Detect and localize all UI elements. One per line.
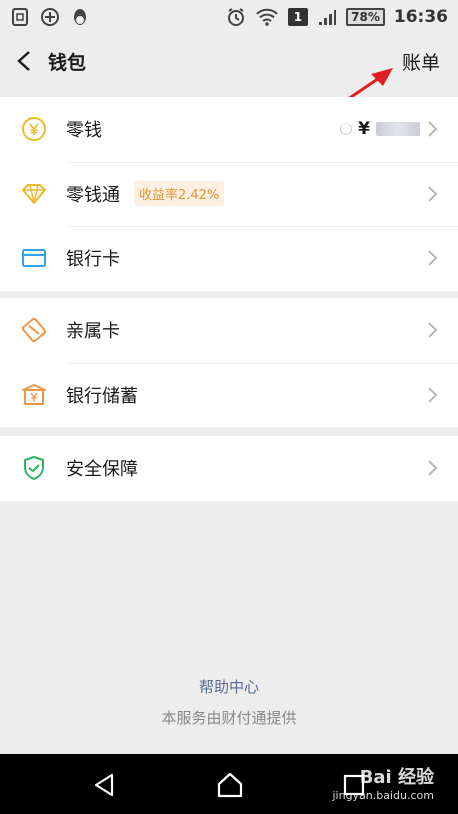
watermark-main: Bai 经验 bbox=[359, 767, 434, 788]
wallet-section-security: 安全保障 bbox=[0, 436, 458, 501]
wifi-icon bbox=[256, 8, 278, 26]
masked-balance bbox=[376, 122, 420, 137]
watermark: Bai 经验 jingyan.baidu.com bbox=[332, 763, 434, 802]
list-item-lingqiantong[interactable]: 零钱通 收益率2.42% bbox=[0, 161, 458, 227]
bank-savings-icon bbox=[22, 383, 46, 405]
wallet-section-family: 亲属卡 银行储蓄 bbox=[0, 298, 458, 427]
list-item-family-card[interactable]: 亲属卡 bbox=[0, 298, 458, 363]
qq-penguin-icon bbox=[74, 9, 86, 25]
row-label: 零钱通 bbox=[66, 184, 120, 206]
bank-card-icon bbox=[22, 249, 46, 268]
row-label: 零钱 bbox=[66, 120, 102, 142]
list-item-change[interactable]: 零钱 ¥ bbox=[0, 97, 458, 162]
chevron-right-icon bbox=[428, 121, 438, 137]
nav-home-icon[interactable] bbox=[216, 771, 244, 799]
list-item-security[interactable]: 安全保障 bbox=[0, 436, 458, 501]
row-label: 银行卡 bbox=[66, 249, 120, 271]
wallet-section-primary: 零钱 ¥ 零钱通 收益率2.42% 银行卡 bbox=[0, 97, 458, 291]
yield-rate-badge: 收益率2.42% bbox=[134, 181, 225, 207]
yuan-coin-icon bbox=[22, 117, 46, 142]
chevron-right-icon bbox=[428, 322, 438, 338]
signal-icon bbox=[319, 10, 337, 25]
row-label: 亲属卡 bbox=[66, 321, 120, 343]
row-label: 银行储蓄 bbox=[66, 385, 138, 407]
chevron-right-icon bbox=[428, 186, 438, 202]
list-item-bank-card[interactable]: 银行卡 bbox=[0, 226, 458, 291]
chevron-right-icon bbox=[428, 387, 438, 403]
family-card-icon bbox=[21, 318, 47, 343]
bills-link[interactable]: 账单 bbox=[402, 48, 440, 75]
page-title: 钱包 bbox=[48, 52, 87, 74]
chevron-right-icon bbox=[428, 460, 438, 476]
shield-icon bbox=[24, 456, 44, 481]
alarm-icon bbox=[227, 8, 244, 26]
plus-circle-icon bbox=[41, 8, 59, 26]
battery-icon: 78% bbox=[346, 8, 385, 26]
loading-spinner-icon bbox=[340, 123, 353, 136]
status-bar: 1 78% 16:36 bbox=[0, 0, 458, 34]
row-label: 安全保障 bbox=[66, 459, 138, 481]
currency-symbol: ¥ bbox=[358, 119, 370, 140]
sim-card-icon bbox=[12, 8, 28, 26]
chevron-left-icon[interactable] bbox=[14, 49, 36, 73]
clock: 16:36 bbox=[393, 7, 448, 27]
chevron-right-icon bbox=[428, 250, 438, 266]
provider-note: 本服务由财付通提供 bbox=[161, 709, 297, 727]
help-center-link[interactable]: 帮助中心 bbox=[0, 676, 458, 697]
sim-slot-indicator: 1 bbox=[287, 8, 309, 26]
list-item-bank-savings[interactable]: 银行储蓄 bbox=[0, 362, 458, 428]
balance-amount: ¥ bbox=[340, 119, 420, 139]
diamond-icon bbox=[22, 183, 46, 204]
nav-back-icon[interactable] bbox=[90, 771, 118, 799]
watermark-sub: jingyan.baidu.com bbox=[332, 789, 434, 802]
